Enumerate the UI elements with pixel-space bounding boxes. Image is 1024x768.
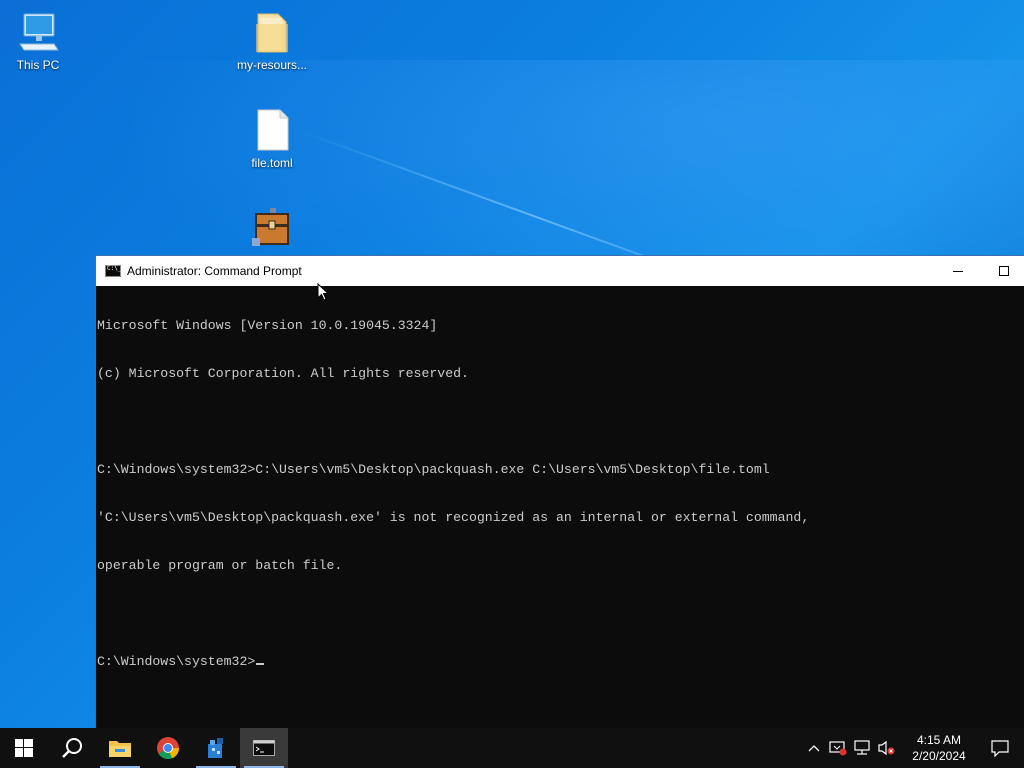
clock-date: 2/20/2024 bbox=[912, 749, 966, 763]
system-tray: 4:15 AM 2/20/2024 bbox=[802, 728, 1024, 768]
taskbar-chrome[interactable] bbox=[144, 728, 192, 768]
notification-center-button[interactable] bbox=[976, 728, 1024, 768]
tray-network-button[interactable] bbox=[850, 728, 874, 768]
folder-icon bbox=[248, 10, 296, 54]
desktop-icon-my-resources[interactable]: my-resours... bbox=[234, 10, 310, 72]
tray-device-button[interactable] bbox=[826, 728, 850, 768]
console-line: 'C:\Users\vm5\Desktop\packquash.exe' is … bbox=[97, 510, 810, 525]
console-line: operable program or batch file. bbox=[97, 558, 343, 573]
taskbar-command-prompt[interactable] bbox=[240, 728, 288, 768]
desktop-icon-label: This PC bbox=[16, 58, 60, 72]
device-warning-icon bbox=[829, 741, 847, 756]
notification-icon bbox=[991, 740, 1009, 757]
show-hidden-icons-button[interactable] bbox=[802, 728, 826, 768]
console-line: C:\Windows\system32>C:\Users\vm5\Desktop… bbox=[97, 462, 770, 477]
computer-icon bbox=[14, 10, 62, 54]
start-button[interactable] bbox=[0, 728, 48, 768]
console-line: Microsoft Windows [Version 10.0.19045.33… bbox=[97, 318, 438, 333]
blue-app-icon bbox=[208, 738, 223, 758]
desktop-icon-label: my-resours... bbox=[236, 58, 307, 72]
tray-volume-button[interactable] bbox=[874, 728, 898, 768]
maximize-button[interactable] bbox=[981, 256, 1024, 286]
minimize-button[interactable] bbox=[935, 256, 981, 286]
clock-time: 4:15 AM bbox=[916, 733, 962, 747]
window-titlebar[interactable]: Administrator: Command Prompt bbox=[96, 256, 1024, 286]
window-title: Administrator: Command Prompt bbox=[127, 264, 302, 278]
desktop-icon-file-toml[interactable]: file.toml bbox=[234, 108, 310, 170]
taskbar: 4:15 AM 2/20/2024 bbox=[0, 728, 1024, 768]
search-button[interactable] bbox=[48, 728, 96, 768]
desktop-icon-this-pc[interactable]: This PC bbox=[0, 10, 76, 72]
taskbar-file-explorer[interactable] bbox=[96, 728, 144, 768]
chevron-up-icon bbox=[808, 745, 820, 752]
desktop-icon-packquash[interactable] bbox=[234, 208, 310, 256]
console-line: (c) Microsoft Corporation. All rights re… bbox=[97, 366, 469, 381]
maximize-icon bbox=[999, 266, 1009, 276]
mouse-pointer-icon bbox=[317, 283, 329, 301]
console-prompt: C:\Windows\system32> bbox=[97, 654, 256, 669]
chrome-icon bbox=[157, 737, 180, 760]
cmd-icon bbox=[253, 740, 275, 756]
document-icon bbox=[248, 108, 296, 152]
file-explorer-icon bbox=[109, 741, 131, 757]
packquash-chest-icon bbox=[248, 208, 296, 252]
taskbar-blue-app[interactable] bbox=[192, 728, 240, 768]
search-icon bbox=[62, 738, 82, 758]
windows-start-icon bbox=[15, 739, 33, 757]
text-cursor bbox=[256, 663, 265, 665]
desktop-icon-label: file.toml bbox=[251, 156, 293, 170]
minimize-icon bbox=[953, 270, 963, 272]
command-prompt-window[interactable]: Administrator: Command Prompt Microsoft … bbox=[95, 255, 1024, 728]
cmd-icon bbox=[105, 265, 121, 277]
volume-muted-icon bbox=[878, 740, 895, 756]
taskbar-clock[interactable]: 4:15 AM 2/20/2024 bbox=[902, 732, 976, 764]
console-output[interactable]: Microsoft Windows [Version 10.0.19045.33… bbox=[96, 286, 1024, 729]
network-icon bbox=[854, 740, 870, 755]
console-prompt-line[interactable]: C:\Windows\system32> bbox=[97, 654, 1024, 670]
